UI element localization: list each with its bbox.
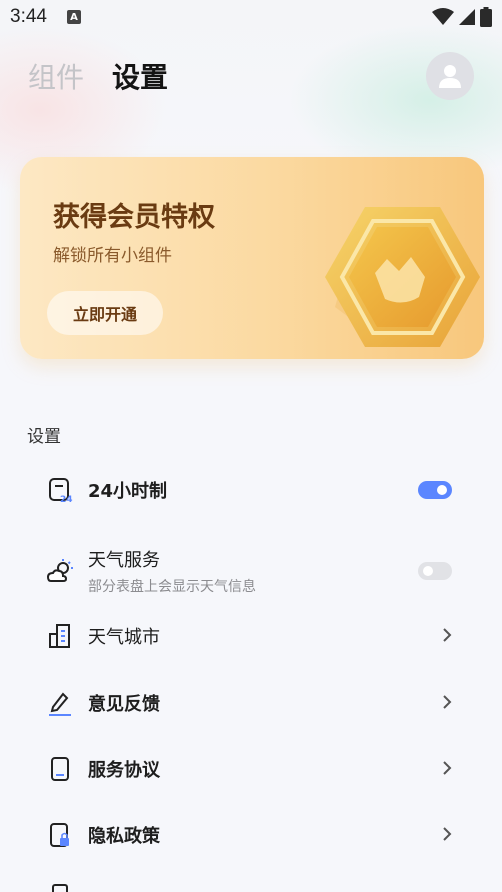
settings-item-weather-city[interactable]: 天气城市 — [46, 622, 452, 650]
membership-promo-card[interactable]: 获得会员特权 解锁所有小组件 立即开通 — [20, 157, 484, 359]
user-icon — [439, 65, 461, 88]
settings-item-label: 24小时制 — [88, 481, 168, 502]
settings-item-label: 服务协议 — [88, 760, 160, 781]
toggle-switch-on[interactable] — [418, 481, 452, 499]
settings-item-text: 服务协议 — [88, 756, 160, 782]
toggle-switch-off[interactable] — [418, 562, 452, 580]
settings-item-text: 24小时制 — [88, 477, 167, 503]
header: 组件 设置 — [28, 52, 474, 100]
status-bar: 3:44 A — [0, 0, 502, 34]
activate-now-button[interactable]: 立即开通 — [47, 291, 163, 335]
settings-item-text: 天气服务 部分表盘上会显示天气信息 — [88, 546, 256, 596]
chevron-right-icon — [442, 693, 452, 714]
settings-item-label: 隐私政策 — [88, 826, 160, 847]
settings-item-terms[interactable]: 服务协议 — [46, 755, 452, 783]
settings-item-weather-service[interactable]: 天气服务 部分表盘上会显示天气信息 — [46, 546, 452, 596]
section-title-settings: 设置 — [27, 427, 61, 447]
settings-item-text: 天气城市 — [88, 623, 160, 649]
svg-text:24: 24 — [60, 495, 73, 503]
avatar[interactable] — [426, 52, 474, 100]
wifi-icon — [432, 8, 454, 25]
signal-icon — [459, 9, 475, 25]
settings-item-feedback[interactable]: 意见反馈 — [46, 689, 452, 717]
promo-title: 获得会员特权 — [53, 202, 215, 233]
settings-item-label: 天气服务 — [88, 550, 160, 571]
edit-icon — [46, 689, 74, 717]
clock-24-icon: 24 — [46, 476, 74, 504]
toggle-24-hour[interactable] — [418, 481, 452, 499]
settings-item-sublabel: 部分表盘上会显示天气信息 — [88, 579, 256, 595]
battery-icon — [480, 7, 492, 27]
chevron-right-icon — [442, 825, 452, 846]
settings-item-label: 天气城市 — [88, 627, 160, 648]
crown-badge-icon — [325, 207, 480, 347]
privacy-lock-icon — [46, 821, 74, 849]
settings-item-label: 意见反馈 — [88, 694, 160, 715]
chevron-right-icon — [442, 759, 452, 780]
document-icon — [46, 755, 74, 783]
settings-item-text: 意见反馈 — [88, 690, 160, 716]
chevron-right-icon — [442, 626, 452, 647]
city-icon — [46, 622, 74, 650]
tab-widgets[interactable]: 组件 — [28, 56, 84, 96]
promo-subtitle: 解锁所有小组件 — [53, 246, 172, 266]
settings-item-privacy[interactable]: 隐私政策 — [46, 821, 452, 849]
settings-item-partial — [52, 884, 68, 892]
settings-item-text: 隐私政策 — [88, 822, 160, 848]
weather-icon — [46, 557, 74, 585]
toggle-weather-service[interactable] — [418, 562, 452, 580]
status-time: 3:44 — [10, 6, 47, 27]
settings-item-24-hour[interactable]: 24 24小时制 — [46, 476, 452, 504]
notification-app-icon: A — [66, 10, 81, 24]
status-right-icons — [432, 7, 492, 27]
tab-settings[interactable]: 设置 — [112, 56, 168, 96]
